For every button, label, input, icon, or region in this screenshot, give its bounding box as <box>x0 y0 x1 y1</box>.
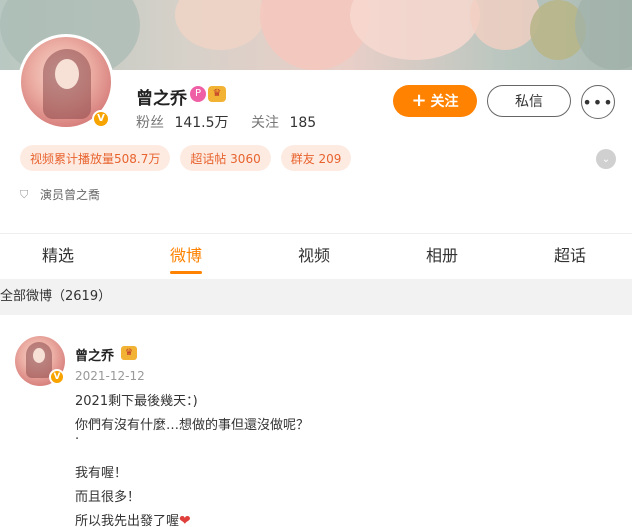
shield-icon: ⛉ <box>20 187 29 201</box>
post-author[interactable]: 曾之乔 <box>75 345 114 364</box>
tab-super-topic[interactable]: 超话 <box>540 236 600 276</box>
chip-group-friends[interactable]: 群友 209 <box>280 145 352 171</box>
chip-video-plays[interactable]: 视频累计播放量508.7万 <box>20 145 171 171</box>
member-badge-icon[interactable]: P <box>190 86 206 102</box>
post-line: 我有喔！ <box>75 466 128 481</box>
post-line: 你們有沒有什麼…想做的事但還沒做呢？ <box>75 418 310 433</box>
profile-chips: 视频累计播放量508.7万 超话帖 3060 群友 209 <box>20 145 352 171</box>
plus-icon: + <box>411 90 427 111</box>
profile-name: 曾之乔 <box>136 89 187 109</box>
followers-label: 粉丝 <box>136 115 164 131</box>
all-weibo-header: 全部微博（2619） <box>0 279 632 315</box>
message-button[interactable]: 私信 <box>487 85 571 117</box>
post-line: 而且很多！ <box>75 490 141 505</box>
tab-album[interactable]: 相册 <box>412 236 472 276</box>
profile-tabs: 精选 微博 视频 相册 超话 <box>0 236 632 276</box>
follow-button-label: 关注 <box>430 94 459 110</box>
more-options-button[interactable]: ••• <box>581 85 615 119</box>
followers-count[interactable]: 141.5万 <box>174 115 228 131</box>
description-text: 演员曾之喬 <box>40 188 101 202</box>
chip-super-topic[interactable]: 超话帖 3060 <box>180 145 271 171</box>
expand-chevron-icon[interactable]: ⌄ <box>596 149 616 169</box>
verified-badge-icon: V <box>92 110 110 128</box>
post-line: 2021剩下最後幾天：) <box>75 394 198 409</box>
profile-page: V 曾之乔 P ♛ 粉丝 141.5万 关注 185 + 关注 私信 ••• 视… <box>0 0 632 527</box>
post-line-last: 所以我先出發了喔❤ <box>75 510 191 527</box>
heart-icon: ❤ <box>179 513 191 527</box>
divider <box>0 233 632 234</box>
message-button-label: 私信 <box>515 94 543 110</box>
follow-button[interactable]: + 关注 <box>393 85 477 117</box>
crown-badge-icon[interactable]: ♛ <box>121 346 137 360</box>
post-line: · <box>75 432 80 447</box>
post-timestamp[interactable]: 2021-12-12 <box>75 369 145 383</box>
tab-weibo[interactable]: 微博 <box>156 236 216 276</box>
profile-stats: 粉丝 141.5万 关注 185 <box>136 112 322 132</box>
more-dots-icon: ••• <box>582 92 614 112</box>
post-line: 所以我先出發了喔 <box>75 514 180 527</box>
following-label: 关注 <box>251 115 279 131</box>
verified-badge-icon: V <box>49 369 65 385</box>
tab-video[interactable]: 视频 <box>284 236 344 276</box>
profile-description: ⛉ 演员曾之喬 <box>20 186 100 203</box>
following-count[interactable]: 185 <box>289 115 316 131</box>
crown-badge-icon[interactable]: ♛ <box>208 86 226 102</box>
tab-featured[interactable]: 精选 <box>28 236 88 276</box>
